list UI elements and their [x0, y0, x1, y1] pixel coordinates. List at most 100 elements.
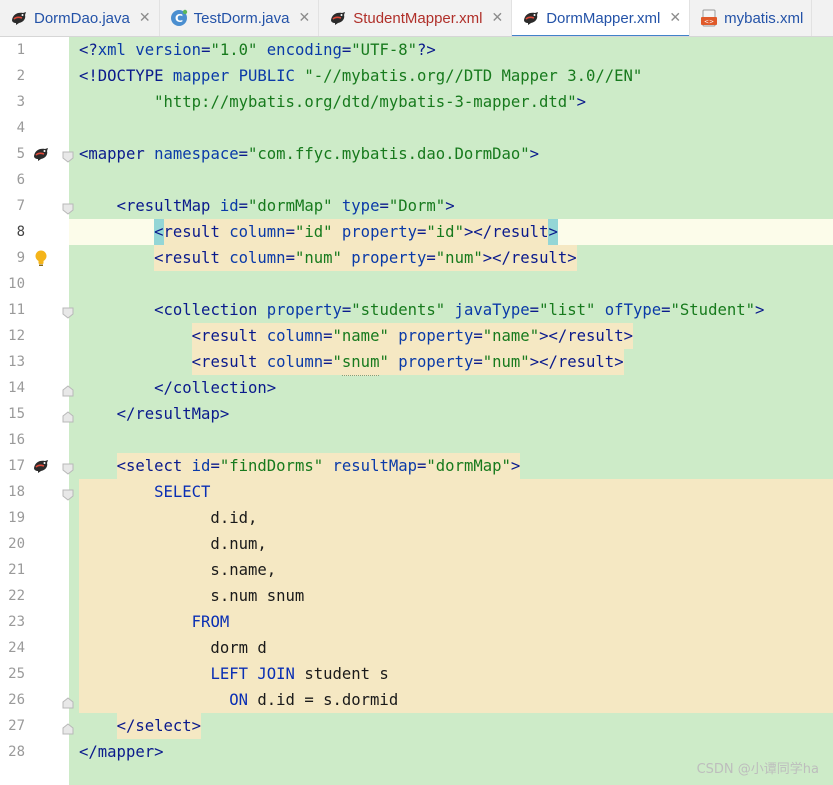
- mybatis-bird-icon[interactable]: [32, 457, 50, 475]
- code-text[interactable]: s.num snum: [79, 583, 304, 609]
- fold-expanded-icon[interactable]: [62, 200, 74, 215]
- code-text[interactable]: </mapper>: [79, 739, 164, 765]
- code-token: <select: [116, 453, 192, 479]
- code-token: ?>: [417, 41, 436, 59]
- code-line: 17 <select id="findDorms" resultMap="dor…: [0, 453, 833, 479]
- code-text[interactable]: d.num,: [79, 531, 266, 557]
- line-number: 16: [8, 432, 25, 448]
- code-text[interactable]: LEFT JOIN student s: [79, 661, 388, 687]
- code-token: snum: [341, 349, 380, 376]
- code-text[interactable]: </select>: [79, 713, 202, 739]
- close-tab-icon[interactable]: ✕: [491, 10, 503, 26]
- code-line: 1 <?xml version="1.0" encoding="UTF-8"?>: [0, 37, 833, 63]
- code-text[interactable]: <result column="id" property="id"></resu…: [79, 219, 558, 245]
- close-tab-icon[interactable]: ✕: [298, 10, 310, 26]
- tab-dormdao-java[interactable]: DormDao.java ✕: [0, 0, 160, 36]
- code-token: ></result>: [539, 323, 633, 349]
- code-line: 13 <result column="snum" property="num">…: [0, 349, 833, 376]
- code-text[interactable]: <mapper namespace="com.ffyc.mybatis.dao.…: [79, 141, 539, 167]
- close-tab-icon[interactable]: ✕: [669, 10, 681, 26]
- code-token: ofType: [595, 301, 662, 319]
- lightbulb-icon[interactable]: [32, 249, 50, 267]
- code-text[interactable]: FROM: [79, 609, 230, 635]
- code-text[interactable]: ON d.id = s.dormid: [79, 687, 398, 713]
- code-token: column: [229, 219, 286, 245]
- code-line: 8 <result column="id" property="id"></re…: [0, 219, 833, 245]
- code-token: >: [576, 93, 586, 111]
- code-text[interactable]: dorm d: [79, 635, 266, 661]
- fold-end-icon[interactable]: [62, 720, 74, 735]
- code-text[interactable]: <?xml version="1.0" encoding="UTF-8"?>: [79, 37, 436, 63]
- fold-expanded-icon[interactable]: [62, 304, 74, 319]
- mybatis-bird-icon: [10, 9, 28, 27]
- code-token: FROM: [191, 613, 230, 631]
- code-token: ></result: [463, 219, 549, 245]
- fold-end-icon[interactable]: [62, 382, 74, 397]
- code-token: <!DOCTYPE: [79, 67, 173, 85]
- code-line: 11 <collection property="students" javaT…: [0, 297, 833, 323]
- fold-expanded-icon[interactable]: [62, 486, 74, 501]
- code-token: property: [332, 219, 418, 245]
- line-number: 8: [16, 224, 25, 240]
- code-token: >: [548, 219, 558, 245]
- line-number: 9: [16, 250, 25, 266]
- code-token: "num": [435, 245, 483, 271]
- code-token: ON: [229, 691, 248, 709]
- code-text[interactable]: <select id="findDorms" resultMap="dormMa…: [79, 453, 521, 479]
- code-token: xml version: [97, 41, 202, 59]
- code-token: "http://mybatis.org/dtd/mybatis-3-mapper…: [154, 93, 577, 111]
- code-token: d.id = s.dormid: [248, 691, 399, 709]
- fold-expanded-icon[interactable]: [62, 148, 74, 163]
- mybatis-bird-icon[interactable]: [32, 145, 50, 163]
- code-text[interactable]: <collection property="students" javaType…: [79, 297, 764, 323]
- code-line: 12 <result column="name" property="name"…: [0, 323, 833, 349]
- code-line: 5 <mapper namespace="com.ffyc.mybatis.dao…: [0, 141, 833, 167]
- code-token: column: [266, 349, 324, 375]
- tab-testdorm-java[interactable]: C TestDorm.java ✕: [160, 0, 320, 36]
- line-number: 6: [16, 172, 25, 188]
- code-text[interactable]: <!DOCTYPE mapper PUBLIC "-//mybatis.org/…: [79, 63, 642, 89]
- code-text[interactable]: </collection>: [79, 375, 276, 401]
- code-text[interactable]: SELECT: [79, 479, 210, 505]
- code-token: "num": [482, 349, 530, 375]
- code-token: "UTF-8": [351, 41, 418, 59]
- code-text[interactable]: d.id,: [79, 505, 257, 531]
- fold-end-icon[interactable]: [62, 694, 74, 709]
- code-text[interactable]: <resultMap id="dormMap" type="Dorm">: [79, 193, 455, 219]
- close-tab-icon[interactable]: ✕: [139, 10, 151, 26]
- code-text[interactable]: s.name,: [79, 557, 276, 583]
- code-line: 2 <!DOCTYPE mapper PUBLIC "-//mybatis.org…: [0, 63, 833, 89]
- fold-end-icon[interactable]: [62, 408, 74, 423]
- code-token: =: [426, 245, 436, 271]
- code-text[interactable]: </resultMap>: [79, 401, 230, 427]
- code-token: <collection: [154, 301, 267, 319]
- code-text[interactable]: "http://mybatis.org/dtd/mybatis-3-mapper…: [79, 89, 586, 115]
- code-token: <result: [154, 245, 230, 271]
- code-line: 26 ON d.id = s.dormid: [0, 687, 833, 713]
- code-text[interactable]: <result column="name" property="name"></…: [79, 323, 633, 349]
- line-number: 5: [16, 146, 25, 162]
- editor-tab-bar: DormDao.java ✕ C TestDorm.java ✕ StudentMappe…: [0, 0, 833, 37]
- tab-dormmapper-xml[interactable]: DormMapper.xml ✕: [512, 0, 691, 36]
- code-text[interactable]: <result column="num" property="num"></re…: [79, 245, 577, 271]
- code-text[interactable]: <result column="snum" property="num"></r…: [79, 349, 624, 376]
- code-token: "id": [294, 219, 333, 245]
- code-token: encoding: [257, 41, 342, 59]
- tab-mybatis-xml[interactable]: <> mybatis.xml: [690, 0, 813, 36]
- tab-studentmapper-xml[interactable]: StudentMapper.xml ✕: [319, 0, 513, 36]
- fold-expanded-icon[interactable]: [62, 460, 74, 475]
- line-number: 23: [8, 614, 25, 630]
- code-token: <: [154, 219, 164, 245]
- line-number: 13: [8, 354, 25, 370]
- tab-label: StudentMapper.xml: [353, 9, 483, 27]
- line-number: 11: [8, 302, 25, 318]
- line-number: 3: [16, 94, 25, 110]
- code-editor[interactable]: 1 <?xml version="1.0" encoding="UTF-8"?> 2…: [0, 37, 833, 785]
- code-token: =: [379, 197, 389, 215]
